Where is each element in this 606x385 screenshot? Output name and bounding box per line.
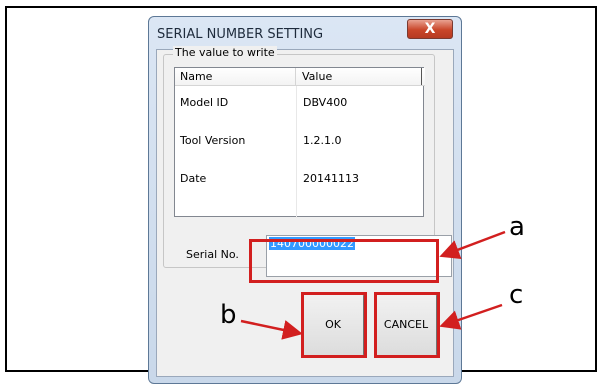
close-button[interactable]: X <box>407 19 453 39</box>
list-row[interactable]: Tool Version 1.2.1.0 <box>175 134 425 152</box>
callout-label-b: b <box>220 300 237 330</box>
row-value: 1.2.1.0 <box>303 134 342 147</box>
row-name: Tool Version <box>180 134 246 147</box>
callout-box-c <box>374 292 440 358</box>
dialog-title: SERIAL NUMBER SETTING <box>157 27 324 42</box>
row-name: Date <box>180 172 207 185</box>
row-value: DBV400 <box>303 96 348 109</box>
values-list[interactable]: Name Value Model ID DBV400 Tool Version … <box>174 67 425 218</box>
row-name: Model ID <box>180 96 229 109</box>
column-header-value[interactable]: Value <box>296 68 422 85</box>
list-header: Name Value <box>175 68 425 86</box>
callout-box-b <box>301 292 367 358</box>
serial-no-label: Serial No. <box>186 248 239 261</box>
list-row[interactable]: Date 20141113 <box>175 172 425 190</box>
value-to-write-group: The value to write Name Value Model ID D… <box>163 46 452 277</box>
group-label: The value to write <box>173 46 277 59</box>
callout-box-a <box>249 239 439 283</box>
list-row[interactable]: Model ID DBV400 <box>175 96 425 114</box>
column-header-name[interactable]: Name <box>175 68 296 85</box>
callout-label-a: a <box>509 212 525 242</box>
callout-label-c: c <box>509 280 524 310</box>
row-value: 20141113 <box>303 172 359 185</box>
